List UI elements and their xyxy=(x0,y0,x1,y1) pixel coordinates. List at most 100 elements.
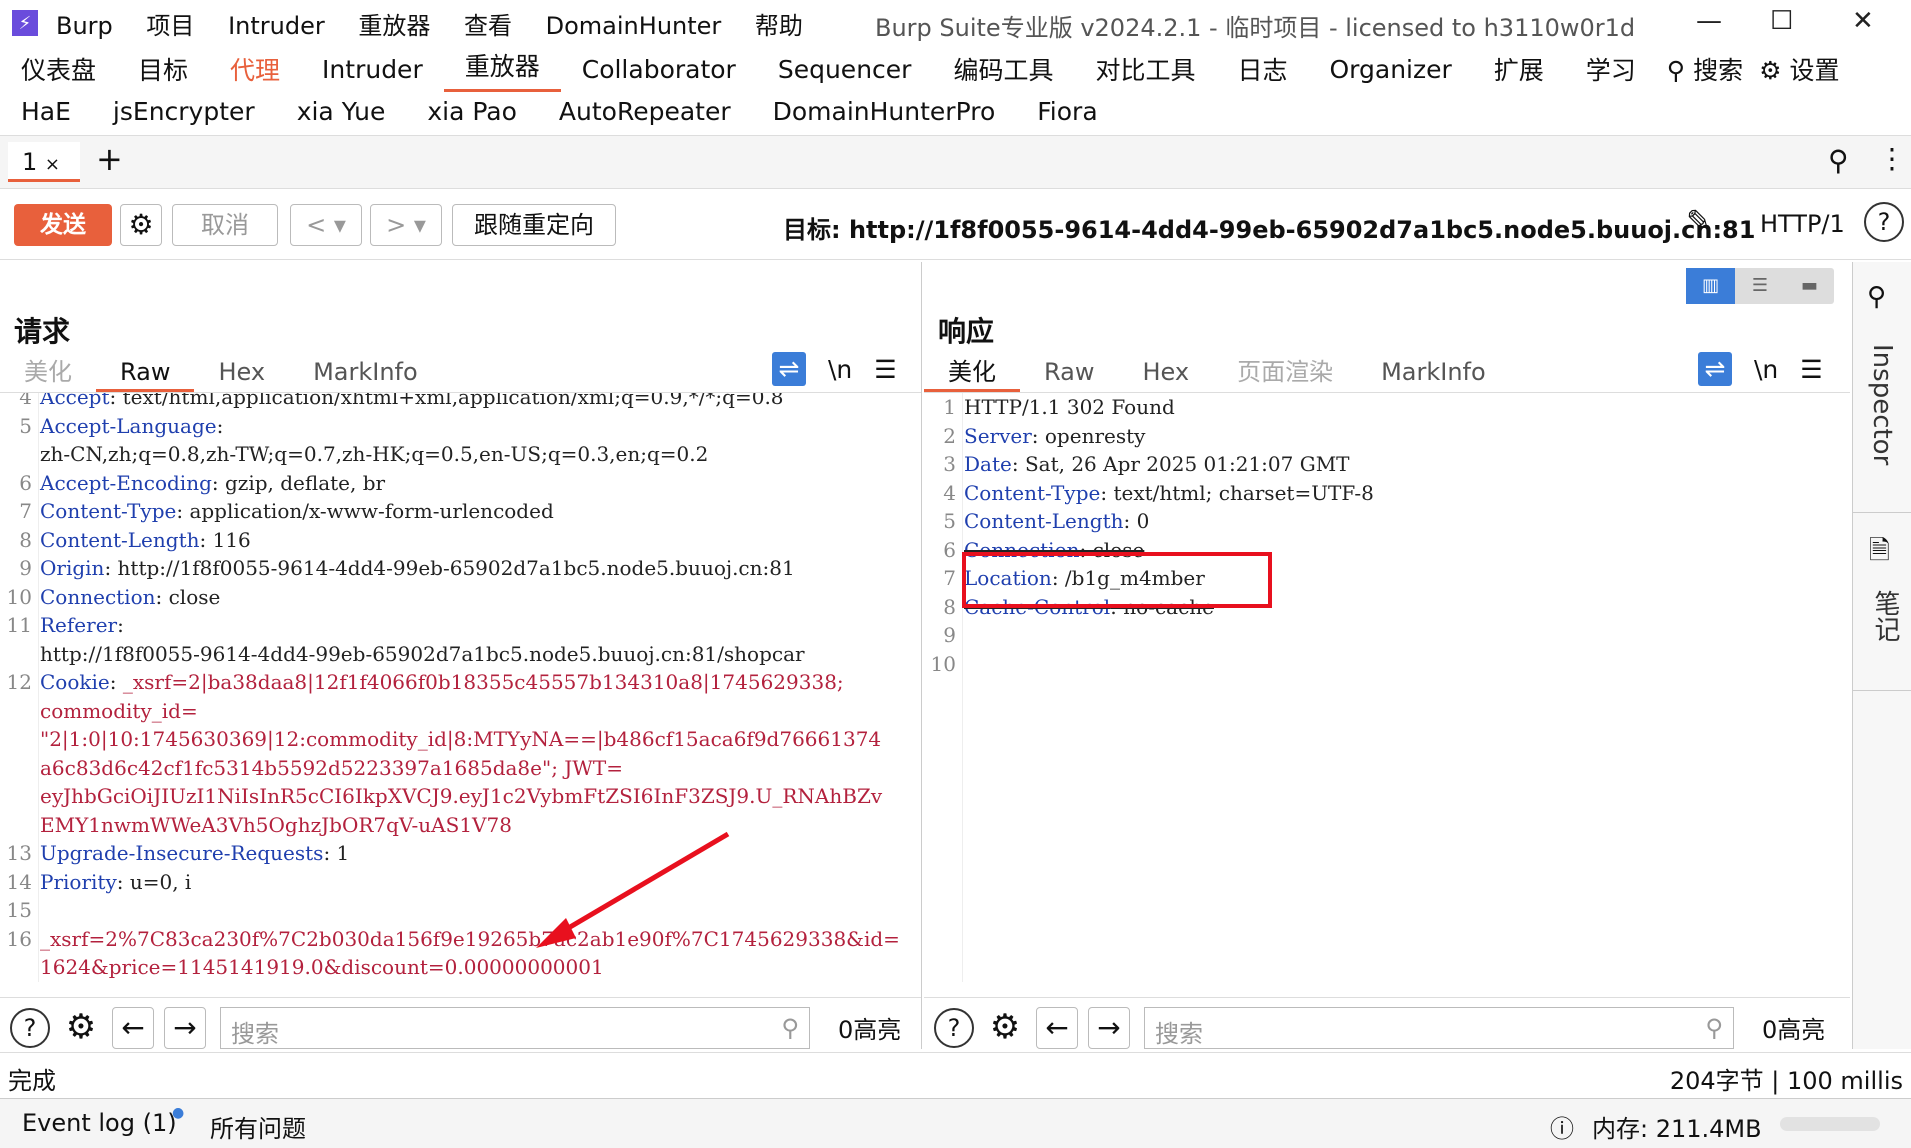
tab-pretty[interactable]: 美化 xyxy=(0,352,96,392)
forward-button[interactable]: > ▾ xyxy=(370,204,442,246)
main-nav: 仪表盘 目标 代理 Intruder 重放器 Collaborator Sequ… xyxy=(0,47,1911,92)
code-line: 4 Content-Type: text/html; charset=UTF-8 xyxy=(924,479,1850,508)
close-window-button[interactable]: ✕ xyxy=(1852,6,1874,36)
menu-repeater[interactable]: 重放器 xyxy=(358,12,430,40)
line-number: 4 xyxy=(19,392,32,409)
close-tab-icon[interactable]: × xyxy=(45,154,60,175)
code-line: 3 Date: Sat, 26 Apr 2025 01:21:07 GMT xyxy=(924,450,1850,479)
split-horizontal-icon[interactable]: ▥ xyxy=(1686,268,1736,304)
code-line: 10 Connection: close xyxy=(0,583,921,612)
nav-jsencrypter[interactable]: jsEncrypter xyxy=(92,97,276,126)
request-search-input[interactable]: 搜索 ⚲ xyxy=(220,1006,810,1049)
nav-intruder[interactable]: Intruder xyxy=(301,55,444,84)
settings-gear-icon[interactable]: ⚙ xyxy=(60,1007,102,1049)
inspector-tab[interactable]: Inspector xyxy=(1867,344,1897,465)
nav-sequencer[interactable]: Sequencer xyxy=(757,55,933,84)
nav-target[interactable]: 目标 xyxy=(117,51,209,87)
tab-1[interactable]: 1 × xyxy=(8,142,80,182)
search-icon[interactable]: ⚲ xyxy=(1828,144,1849,177)
event-log-link[interactable]: Event log (1) xyxy=(22,1109,177,1137)
nav-fiora[interactable]: Fiora xyxy=(1016,97,1118,126)
menu-domainhunter[interactable]: DomainHunter xyxy=(546,12,722,40)
response-editor[interactable]: 1 HTTP/1.1 302 Found 2 Server: openresty 3 Da… xyxy=(924,392,1850,982)
line-number xyxy=(0,953,36,982)
request-editor[interactable]: 4 Accept: text/html,application/xhtml+xml… xyxy=(0,392,921,982)
tab-hex[interactable]: Hex xyxy=(1118,352,1213,392)
edit-target-icon[interactable]: ✎ xyxy=(1686,204,1711,239)
prev-match-icon[interactable]: ← xyxy=(112,1006,154,1049)
tab-markinfo[interactable]: MarkInfo xyxy=(289,352,442,392)
notes-tab[interactable]: 笔记 xyxy=(1867,590,1904,642)
wrap-lines-icon[interactable]: ⇌ xyxy=(772,352,806,386)
nav-search[interactable]: ⚲ 搜索 xyxy=(1657,51,1753,87)
protocol-label[interactable]: HTTP/1 xyxy=(1760,210,1845,238)
inspector-icon[interactable]: ⚲ xyxy=(1867,282,1886,312)
code-line: 2 Server: openresty xyxy=(924,422,1850,451)
tab-render[interactable]: 页面渲染 xyxy=(1213,352,1357,392)
help-icon[interactable]: ? xyxy=(10,1007,50,1048)
settings-gear-icon[interactable]: ⚙ xyxy=(984,1007,1026,1049)
line-number: 7 xyxy=(19,499,32,523)
tab-pretty[interactable]: 美化 xyxy=(924,352,1020,392)
nav-settings[interactable]: ⚙ 设置 xyxy=(1753,51,1845,87)
nav-logger[interactable]: 日志 xyxy=(1216,51,1308,87)
notes-icon[interactable]: 🗎 xyxy=(1869,532,1890,576)
code-line: 9 xyxy=(924,621,1850,650)
nav-collaborator[interactable]: Collaborator xyxy=(561,55,757,84)
all-issues-link[interactable]: 所有问题 xyxy=(210,1109,306,1144)
nav-proxy[interactable]: 代理 xyxy=(209,51,301,87)
nav-xiapao[interactable]: xia Pao xyxy=(406,97,538,126)
nav-learn[interactable]: 学习 xyxy=(1565,51,1657,87)
nav-autorepeater[interactable]: AutoRepeater xyxy=(538,97,752,126)
code-line: 16 _xsrf=2%7C83ca230f%7C2b030da156f9e1926… xyxy=(0,925,921,954)
show-newlines-toggle[interactable]: \n xyxy=(1754,355,1778,384)
maximize-button[interactable]: ☐ xyxy=(1770,6,1793,36)
menu-icon[interactable]: ☰ xyxy=(874,355,896,384)
show-newlines-toggle[interactable]: \n xyxy=(828,355,852,384)
menu-project[interactable]: 项目 xyxy=(146,12,194,40)
nav-comparer[interactable]: 对比工具 xyxy=(1074,51,1216,87)
code-line: 4 Accept: text/html,application/xhtml+xml… xyxy=(0,392,921,412)
line-number: 3 xyxy=(943,452,956,476)
add-tab-button[interactable]: + xyxy=(96,140,123,178)
menu-view[interactable]: 查看 xyxy=(464,12,512,40)
nav-organizer[interactable]: Organizer xyxy=(1308,55,1472,84)
tab-hex[interactable]: Hex xyxy=(194,352,289,392)
nav-decoder[interactable]: 编码工具 xyxy=(932,51,1074,87)
send-button[interactable]: 发送 xyxy=(14,204,112,246)
follow-redirect-button[interactable]: 跟随重定向 xyxy=(452,204,616,246)
code-line: 1624&price=1145141919.0&discount=0.00000… xyxy=(0,953,921,982)
nav-repeater[interactable]: 重放器 xyxy=(443,47,561,92)
nav-domainhunterpro[interactable]: DomainHunterPro xyxy=(752,97,1017,126)
help-icon[interactable]: ? xyxy=(934,1007,974,1048)
menu-intruder[interactable]: Intruder xyxy=(228,12,325,40)
next-match-icon[interactable]: → xyxy=(164,1006,206,1049)
cancel-button[interactable]: 取消 xyxy=(172,204,278,246)
minimize-button[interactable]: — xyxy=(1696,6,1722,36)
nav-extensions[interactable]: 扩展 xyxy=(1473,51,1565,87)
single-pane-icon[interactable]: ▬ xyxy=(1785,268,1834,304)
back-button[interactable]: < ▾ xyxy=(290,204,362,246)
line-number: 1 xyxy=(943,395,956,419)
split-vertical-icon[interactable]: ☰ xyxy=(1735,268,1784,304)
nav-dashboard[interactable]: 仪表盘 xyxy=(0,51,117,87)
code-line: 5 Content-Length: 0 xyxy=(924,507,1850,536)
line-number xyxy=(0,725,36,754)
help-icon[interactable]: ? xyxy=(1864,202,1904,242)
tab-raw[interactable]: Raw xyxy=(1020,352,1118,392)
prev-match-icon[interactable]: ← xyxy=(1036,1006,1078,1049)
tab-raw[interactable]: Raw xyxy=(96,352,195,392)
line-number: 9 xyxy=(943,623,956,647)
search-icon: ⚲ xyxy=(1705,1013,1723,1042)
nav-hae[interactable]: HaE xyxy=(0,97,92,126)
response-search-input[interactable]: 搜索 ⚲ xyxy=(1144,1006,1734,1049)
menu-icon[interactable]: ☰ xyxy=(1800,355,1822,384)
more-icon[interactable]: ⋮ xyxy=(1878,142,1906,175)
menu-help[interactable]: 帮助 xyxy=(755,12,803,40)
menu-burp[interactable]: Burp xyxy=(56,12,113,40)
tab-markinfo[interactable]: MarkInfo xyxy=(1357,352,1510,392)
next-match-icon[interactable]: → xyxy=(1088,1006,1130,1049)
nav-xiayue[interactable]: xia Yue xyxy=(276,97,407,126)
wrap-lines-icon[interactable]: ⇌ xyxy=(1698,352,1732,386)
send-settings-icon[interactable]: ⚙ xyxy=(120,204,162,246)
